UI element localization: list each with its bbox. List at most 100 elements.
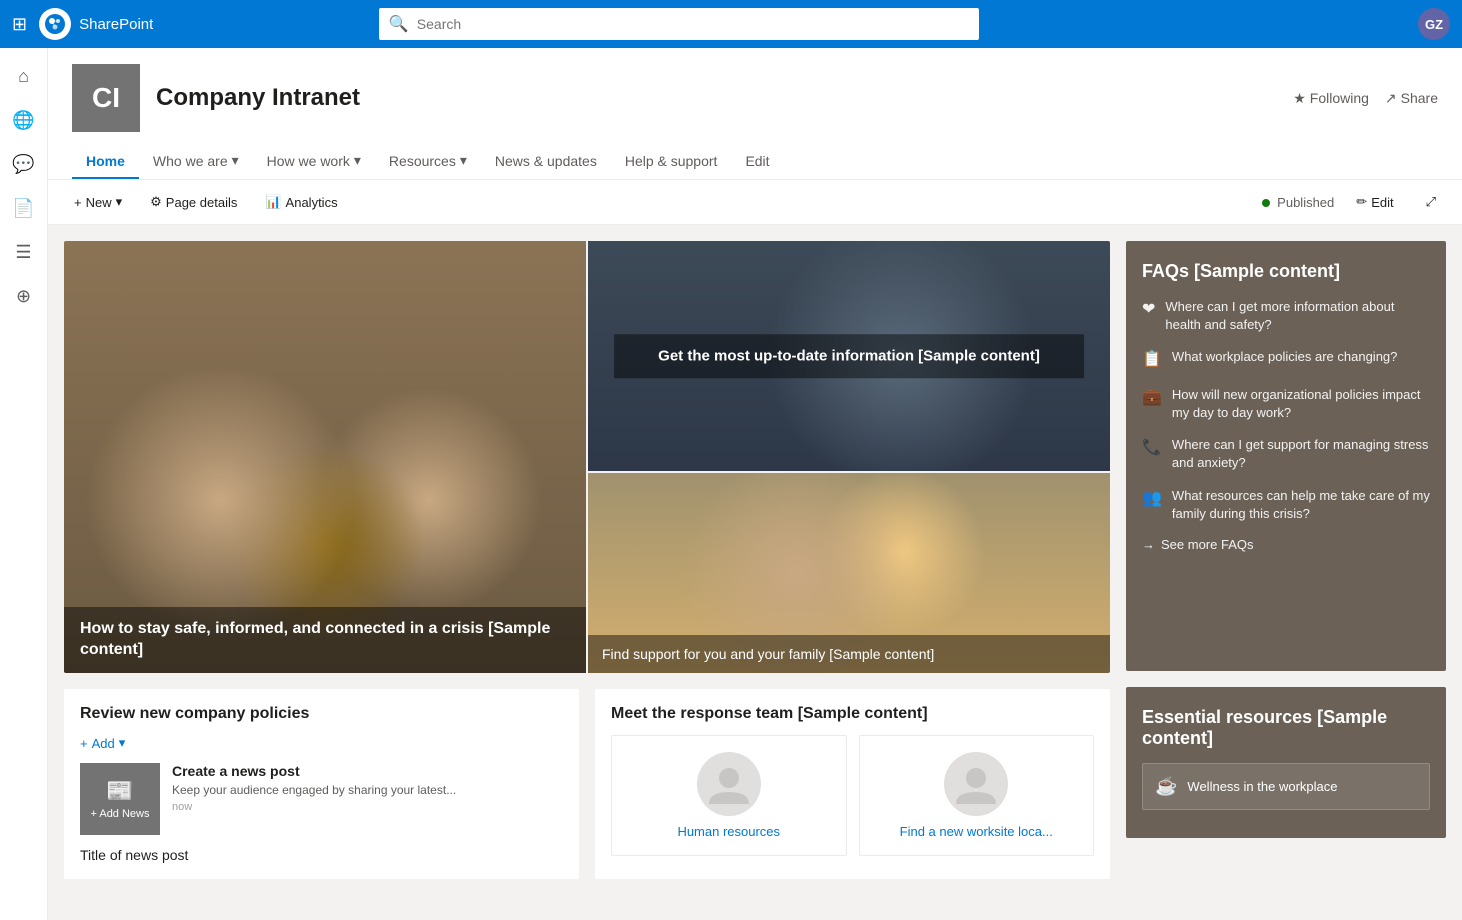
- policies-title: Review new company policies: [80, 705, 563, 723]
- see-more-faqs-link[interactable]: → See more FAQs: [1142, 537, 1430, 552]
- lower-section: Review new company policies + Add ▾ 📰 + …: [64, 689, 1110, 879]
- nav-how-we-work[interactable]: How we work ▾: [253, 144, 375, 179]
- faq-item-2[interactable]: 📋 What workplace policies are changing?: [1142, 348, 1430, 371]
- news-post-content: Create a news post Keep your audience en…: [172, 763, 563, 813]
- faq-text-2: What workplace policies are changing?: [1172, 348, 1397, 366]
- policies-section: Review new company policies + Add ▾ 📰 + …: [64, 689, 579, 879]
- page-details-label: Page details: [166, 195, 238, 210]
- heart-icon: ❤: [1142, 299, 1155, 321]
- published-label: Published: [1262, 195, 1335, 210]
- team-card-2[interactable]: Find a new worksite loca...: [859, 735, 1095, 856]
- chart-icon: 📊: [265, 194, 281, 210]
- faq-text-4: Where can I get support for managing str…: [1172, 436, 1430, 472]
- app-name-label: SharePoint: [79, 16, 153, 33]
- add-news-icon-button[interactable]: 📰 + Add News: [80, 763, 160, 835]
- faq-item-5[interactable]: 👥 What resources can help me take care o…: [1142, 487, 1430, 523]
- faq-text-5: What resources can help me take care of …: [1172, 487, 1430, 523]
- sidebar-globe-icon[interactable]: 🌐: [4, 100, 44, 140]
- essential-resources-panel: Essential resources [Sample content] ☕ W…: [1126, 687, 1446, 838]
- faq-text-3: How will new organizational policies imp…: [1172, 386, 1430, 422]
- site-nav: Home Who we are ▾ How we work ▾ Resource…: [72, 144, 1438, 179]
- team-card-1[interactable]: Human resources: [611, 735, 847, 856]
- nav-help-support[interactable]: Help & support: [611, 145, 732, 179]
- faq-item-4[interactable]: 📞 Where can I get support for managing s…: [1142, 436, 1430, 472]
- news-post-time: now: [172, 801, 563, 813]
- team-grid: Human resources Find a new worksite loca: [611, 735, 1094, 856]
- briefcase-icon: 💼: [1142, 387, 1162, 409]
- sidebar-list-icon[interactable]: ☰: [4, 232, 44, 272]
- hero-grid: How to stay safe, informed, and connecte…: [64, 241, 1110, 673]
- sidebar-home-icon[interactable]: ⌂: [4, 56, 44, 96]
- nav-who-we-are[interactable]: Who we are ▾: [139, 144, 253, 179]
- waffle-menu-icon[interactable]: ⊞: [12, 14, 27, 35]
- team-avatar-1: [697, 752, 761, 816]
- resource-label-1: Wellness in the workplace: [1187, 779, 1337, 794]
- logo-circle: [39, 8, 71, 40]
- team-card-label-1: Human resources: [628, 824, 830, 839]
- published-dot: [1262, 199, 1270, 207]
- family-icon: 👥: [1142, 488, 1162, 510]
- page-toolbar: + New ▾ ⚙ Page details 📊 Analytics Publi…: [48, 180, 1462, 225]
- search-input[interactable]: [417, 16, 969, 32]
- gear-icon: ⚙: [150, 194, 162, 210]
- faq-text-1: Where can I get more information about h…: [1165, 298, 1430, 334]
- news-post-desc: Keep your audience engaged by sharing yo…: [172, 783, 563, 797]
- clipboard-icon: 📋: [1142, 349, 1162, 371]
- main-content-area: CI Company Intranet ★ Following ↗ Share: [48, 48, 1462, 920]
- faq-item-3[interactable]: 💼 How will new organizational policies i…: [1142, 386, 1430, 422]
- new-label: New: [86, 195, 112, 210]
- hero-caption-1: How to stay safe, informed, and connecte…: [64, 607, 586, 673]
- faq-item-1[interactable]: ❤ Where can I get more information about…: [1142, 298, 1430, 334]
- plus-icon-add: +: [80, 736, 88, 751]
- essential-title: Essential resources [Sample content]: [1142, 707, 1430, 749]
- team-avatar-2: [944, 752, 1008, 816]
- chevron-down-add: ▾: [119, 735, 126, 751]
- share-button[interactable]: ↗ Share: [1385, 90, 1438, 107]
- faq-title: FAQs [Sample content]: [1142, 261, 1430, 282]
- wellness-icon: ☕: [1155, 776, 1177, 797]
- expand-icon: ⤢: [1426, 194, 1436, 210]
- new-button[interactable]: + New ▾: [64, 188, 132, 216]
- nav-edit[interactable]: Edit: [731, 145, 783, 179]
- hero-card-3[interactable]: Find support for you and your family [Sa…: [588, 473, 1110, 673]
- expand-button[interactable]: ⤢: [1416, 188, 1446, 216]
- nav-news-updates[interactable]: News & updates: [481, 145, 611, 179]
- hero-caption-3: Find support for you and your family [Sa…: [588, 635, 1110, 673]
- page-details-button[interactable]: ⚙ Page details: [140, 188, 247, 216]
- resource-card-1[interactable]: ☕ Wellness in the workplace: [1142, 763, 1430, 810]
- user-avatar[interactable]: GZ: [1418, 8, 1450, 40]
- left-sidebar: ⌂ 🌐 💬 📄 ☰ ⊕: [0, 48, 48, 920]
- nav-resources[interactable]: Resources ▾: [375, 144, 481, 179]
- faq-panel: FAQs [Sample content] ❤ Where can I get …: [1126, 241, 1446, 671]
- chevron-down-icon-new: ▾: [116, 194, 123, 210]
- team-section-title: Meet the response team [Sample content]: [611, 705, 1094, 723]
- chevron-down-icon-3: ▾: [460, 152, 467, 169]
- sidebar-add-icon[interactable]: ⊕: [4, 276, 44, 316]
- search-icon: 🔍: [389, 14, 409, 34]
- person-avatar-icon-2: [952, 760, 1000, 808]
- app-logo[interactable]: SharePoint: [39, 8, 153, 40]
- sidebar-chat-icon[interactable]: 💬: [4, 144, 44, 184]
- following-button[interactable]: ★ Following: [1293, 90, 1369, 107]
- news-title-placeholder: Title of news post: [80, 847, 563, 863]
- site-header-actions: ★ Following ↗ Share: [1293, 90, 1438, 107]
- site-logo: CI: [72, 64, 140, 132]
- edit-button[interactable]: ✏ Edit: [1346, 188, 1403, 216]
- sidebar-document-icon[interactable]: 📄: [4, 188, 44, 228]
- sharepoint-logo-icon: [43, 12, 67, 36]
- analytics-button[interactable]: 📊 Analytics: [255, 188, 347, 216]
- hero-card-2[interactable]: Get the most up-to-date information [Sam…: [588, 241, 1110, 471]
- global-search-box[interactable]: 🔍: [379, 8, 979, 40]
- add-dropdown-button[interactable]: + Add ▾: [80, 735, 563, 751]
- chevron-down-icon: ▾: [232, 152, 239, 169]
- arrow-right-icon: →: [1142, 537, 1155, 552]
- nav-home[interactable]: Home: [72, 145, 139, 179]
- news-post-card: 📰 + Add News Create a news post Keep you…: [80, 763, 563, 835]
- hero-card-1[interactable]: How to stay safe, informed, and connecte…: [64, 241, 586, 673]
- share-label: Share: [1401, 90, 1438, 106]
- news-post-title: Create a news post: [172, 763, 563, 779]
- plus-icon: +: [74, 195, 82, 210]
- edit-label: Edit: [1371, 195, 1393, 210]
- pencil-icon: ✏: [1356, 194, 1367, 210]
- page-body: How to stay safe, informed, and connecte…: [48, 225, 1462, 895]
